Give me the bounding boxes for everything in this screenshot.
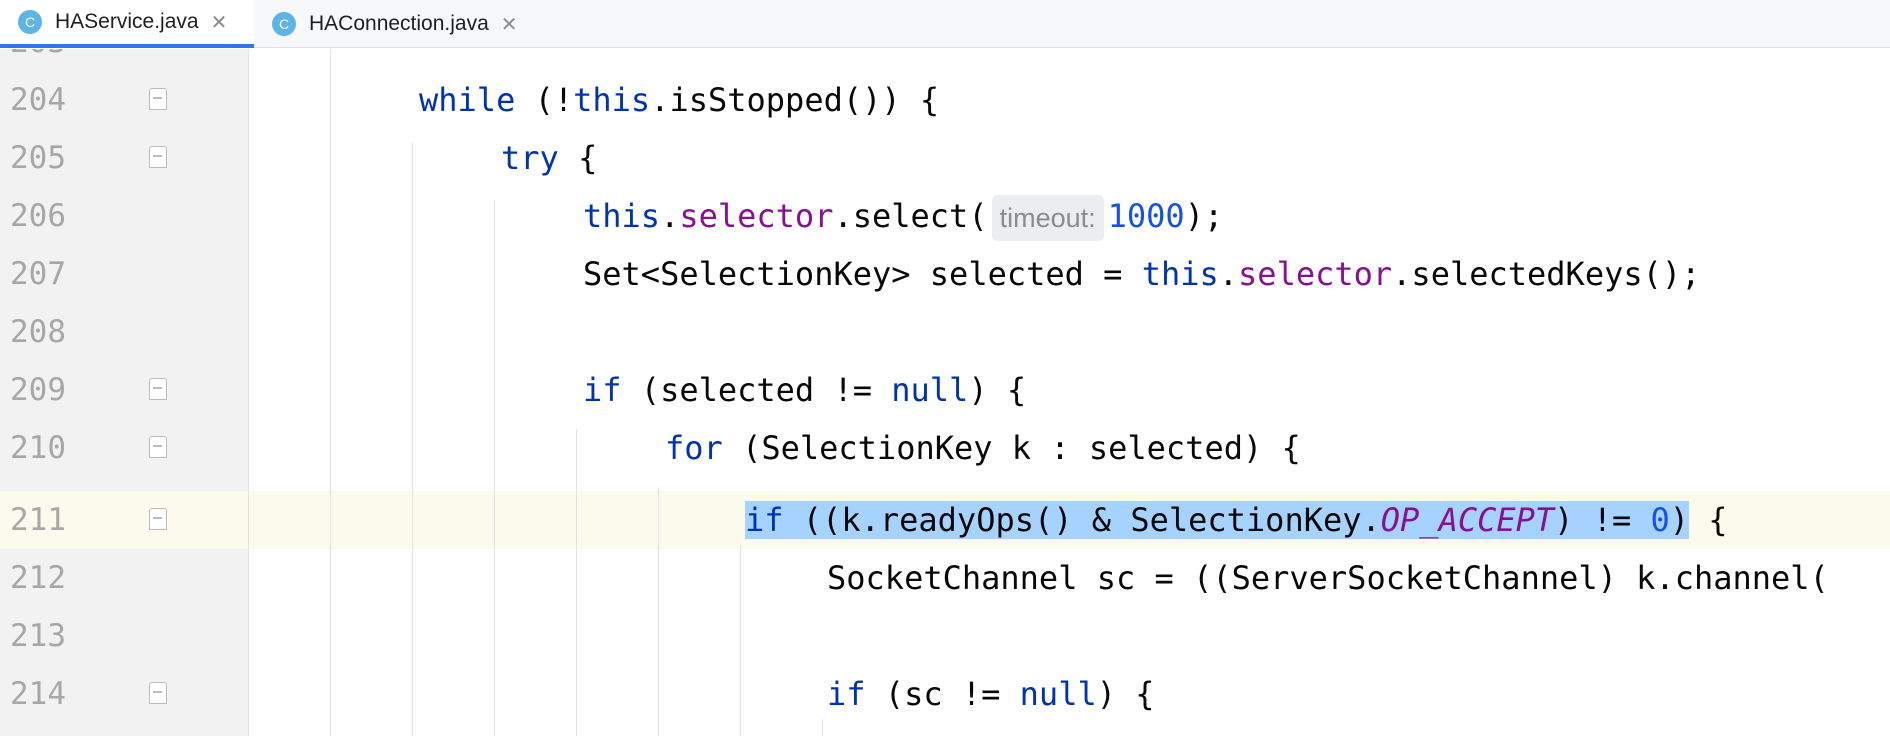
- code-text: if (selected != null) {: [583, 371, 1027, 409]
- code-text: for (SelectionKey k : selected) {: [665, 429, 1301, 467]
- java-class-icon: C: [18, 10, 42, 34]
- code-editor[interactable]: 203 204 while (!this.isStopped()) { 205 …: [0, 49, 1890, 736]
- fold-marker-icon[interactable]: [149, 146, 167, 168]
- code-text: try {: [501, 139, 598, 177]
- code-text: if ((k.readyOps() & SelectionKey.OP_ACCE…: [745, 501, 1728, 539]
- java-class-icon: C: [272, 12, 296, 36]
- line-number: 208: [10, 314, 66, 350]
- code-line: 205 try {: [0, 129, 1890, 187]
- code-text: while (!this.isStopped()) {: [419, 81, 940, 119]
- code-text: if (sc != null) {: [827, 675, 1155, 713]
- code-text: SocketChannel sc = ((ServerSocketChannel…: [827, 559, 1829, 597]
- fold-marker-icon[interactable]: [149, 88, 167, 110]
- fold-marker-icon[interactable]: [149, 436, 167, 458]
- code-line: 206 this.selector.select(timeout: 1000);: [0, 187, 1890, 245]
- line-number: 214: [10, 676, 66, 712]
- fold-marker-icon[interactable]: [149, 682, 167, 704]
- tab-label: HAService.java: [55, 10, 199, 33]
- fold-marker-icon[interactable]: [149, 508, 167, 530]
- code-line: 210 for (SelectionKey k : selected) {: [0, 419, 1890, 477]
- line-number: 207: [10, 256, 66, 292]
- line-number: 206: [10, 198, 66, 234]
- tab-label: HAConnection.java: [309, 12, 489, 35]
- code-line: 207 Set<SelectionKey> selected = this.se…: [0, 245, 1890, 303]
- close-icon[interactable]: ✕: [501, 12, 518, 37]
- line-number: 212: [10, 560, 66, 596]
- fold-marker-icon[interactable]: [149, 378, 167, 400]
- tab-haconnection[interactable]: C HAConnection.java ✕: [254, 0, 544, 48]
- parameter-hint: timeout:: [991, 195, 1104, 241]
- line-number: 204: [10, 82, 66, 118]
- line-number: 210: [10, 430, 66, 466]
- code-line: 209 if (selected != null) {: [0, 361, 1890, 419]
- tab-haservice[interactable]: C HAService.java ✕: [0, 0, 254, 48]
- code-line-current: 211 if ((k.readyOps() & SelectionKey.OP_…: [0, 491, 1890, 549]
- line-number: 213: [10, 618, 66, 654]
- code-line: 204 while (!this.isStopped()) {: [0, 71, 1890, 129]
- code-line: 203: [0, 49, 1890, 71]
- line-number: 205: [10, 140, 66, 176]
- line-number: 211: [10, 502, 66, 538]
- code-text: Set<SelectionKey> selected = this.select…: [583, 255, 1701, 293]
- code-text: this.selector.select(timeout: 1000);: [583, 187, 1223, 245]
- close-icon[interactable]: ✕: [211, 10, 228, 35]
- editor-tab-bar: C HAService.java ✕ C HAConnection.java ✕: [0, 0, 1890, 48]
- code-line: 212 SocketChannel sc = ((ServerSocketCha…: [0, 549, 1890, 607]
- code-line: 208: [0, 303, 1890, 361]
- line-number: 209: [10, 372, 66, 408]
- text-selection[interactable]: if ((k.readyOps() & SelectionKey.OP_ACCE…: [745, 501, 1690, 539]
- code-line: 214 if (sc != null) {: [0, 665, 1890, 723]
- line-number: 203: [0, 49, 66, 71]
- code-line: 213: [0, 607, 1890, 665]
